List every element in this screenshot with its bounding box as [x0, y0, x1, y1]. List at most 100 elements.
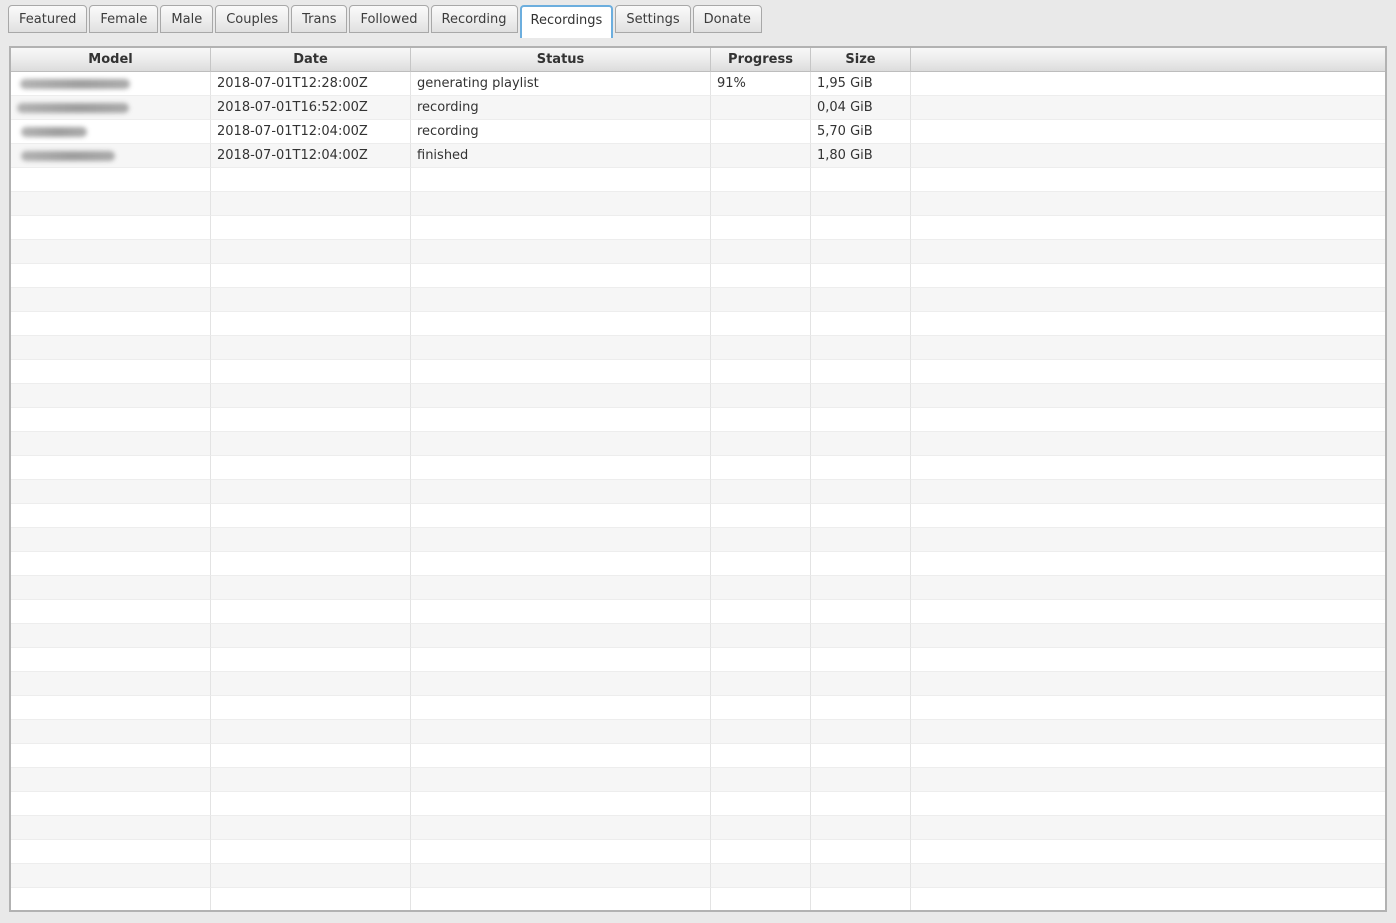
empty-cell — [911, 648, 1385, 672]
recording-row[interactable]: 2018-07-01T12:28:00Z generating playlist 9… — [11, 72, 1385, 96]
tab-male[interactable]: Male — [160, 5, 214, 33]
empty-cell — [811, 744, 911, 768]
empty-cell — [411, 600, 711, 624]
empty-cell — [411, 312, 711, 336]
empty-cell — [911, 696, 1385, 720]
empty-cell — [911, 264, 1385, 288]
blank-cell — [911, 96, 1385, 120]
blank-cell — [911, 120, 1385, 144]
empty-cell — [211, 744, 411, 768]
empty-cell — [711, 672, 811, 696]
empty-cell — [11, 648, 211, 672]
empty-cell — [11, 216, 211, 240]
empty-cell — [811, 240, 911, 264]
size-cell: 0,04 GiB — [811, 96, 911, 120]
empty-cell — [211, 192, 411, 216]
empty-cell — [911, 504, 1385, 528]
tab-featured[interactable]: Featured — [8, 5, 88, 33]
empty-cell — [211, 528, 411, 552]
empty-cell — [811, 696, 911, 720]
tab-recording[interactable]: Recording — [430, 5, 518, 33]
status-cell: recording — [411, 96, 711, 120]
empty-cell — [411, 816, 711, 840]
empty-row — [11, 840, 1385, 864]
model-name-redacted — [17, 102, 129, 113]
empty-cell — [411, 744, 711, 768]
empty-cell — [11, 840, 211, 864]
empty-cell — [911, 528, 1385, 552]
empty-cell — [711, 480, 811, 504]
date-cell: 2018-07-01T16:52:00Z — [211, 96, 411, 120]
empty-cell — [411, 864, 711, 888]
empty-cell — [811, 216, 911, 240]
column-header-status[interactable]: Status — [411, 48, 711, 72]
empty-cell — [811, 552, 911, 576]
tab-settings[interactable]: Settings — [615, 5, 691, 33]
column-header-date[interactable]: Date — [211, 48, 411, 72]
empty-cell — [411, 720, 711, 744]
empty-row — [11, 360, 1385, 384]
empty-cell — [11, 288, 211, 312]
column-header-progress[interactable]: Progress — [711, 48, 811, 72]
empty-cell — [911, 864, 1385, 888]
empty-cell — [811, 672, 911, 696]
empty-cell — [911, 768, 1385, 792]
date-cell: 2018-07-01T12:04:00Z — [211, 120, 411, 144]
tab-donate[interactable]: Donate — [692, 5, 762, 33]
tab-bar: Featured Female Male Couples Trans Followed Re… — [8, 5, 762, 38]
empty-cell — [211, 480, 411, 504]
empty-cell — [711, 840, 811, 864]
recording-row[interactable]: 2018-07-01T16:52:00Z recording 0,04 GiB — [11, 96, 1385, 120]
tab-couples[interactable]: Couples — [215, 5, 290, 33]
empty-cell — [211, 816, 411, 840]
recording-row[interactable]: 2018-07-01T12:04:00Z recording 5,70 GiB — [11, 120, 1385, 144]
empty-cell — [11, 456, 211, 480]
empty-cell — [11, 792, 211, 816]
empty-cell — [811, 312, 911, 336]
tab-followed[interactable]: Followed — [349, 5, 429, 33]
empty-cell — [211, 336, 411, 360]
empty-cell — [211, 240, 411, 264]
tab-recordings[interactable]: Recordings — [519, 5, 614, 38]
recordings-table: Model Date Status Progress Size 2018-07-01T1… — [9, 46, 1387, 912]
progress-cell — [711, 96, 811, 120]
empty-cell — [911, 192, 1385, 216]
column-header-blank[interactable] — [911, 48, 1385, 72]
size-cell: 1,80 GiB — [811, 144, 911, 168]
column-header-size[interactable]: Size — [811, 48, 911, 72]
empty-cell — [11, 696, 211, 720]
empty-cell — [11, 552, 211, 576]
empty-cell — [911, 624, 1385, 648]
empty-row — [11, 744, 1385, 768]
empty-cell — [11, 576, 211, 600]
empty-cell — [411, 216, 711, 240]
model-cell — [11, 144, 211, 168]
empty-cell — [11, 720, 211, 744]
empty-row — [11, 648, 1385, 672]
empty-cell — [711, 768, 811, 792]
empty-cell — [211, 312, 411, 336]
empty-cell — [11, 744, 211, 768]
empty-cell — [911, 408, 1385, 432]
empty-cell — [211, 696, 411, 720]
empty-row — [11, 312, 1385, 336]
empty-cell — [411, 504, 711, 528]
tab-trans[interactable]: Trans — [291, 5, 348, 33]
blank-cell — [911, 72, 1385, 96]
empty-cell — [911, 720, 1385, 744]
empty-cell — [911, 672, 1385, 696]
empty-cell — [911, 552, 1385, 576]
empty-cell — [211, 288, 411, 312]
empty-cell — [11, 768, 211, 792]
empty-cell — [11, 408, 211, 432]
empty-cell — [411, 672, 711, 696]
empty-cell — [711, 456, 811, 480]
empty-cell — [811, 792, 911, 816]
status-cell: finished — [411, 144, 711, 168]
empty-cell — [211, 456, 411, 480]
column-header-model[interactable]: Model — [11, 48, 211, 72]
tab-female[interactable]: Female — [89, 5, 159, 33]
empty-cell — [411, 192, 711, 216]
empty-cell — [211, 792, 411, 816]
recording-row[interactable]: 2018-07-01T12:04:00Z finished 1,80 GiB — [11, 144, 1385, 168]
